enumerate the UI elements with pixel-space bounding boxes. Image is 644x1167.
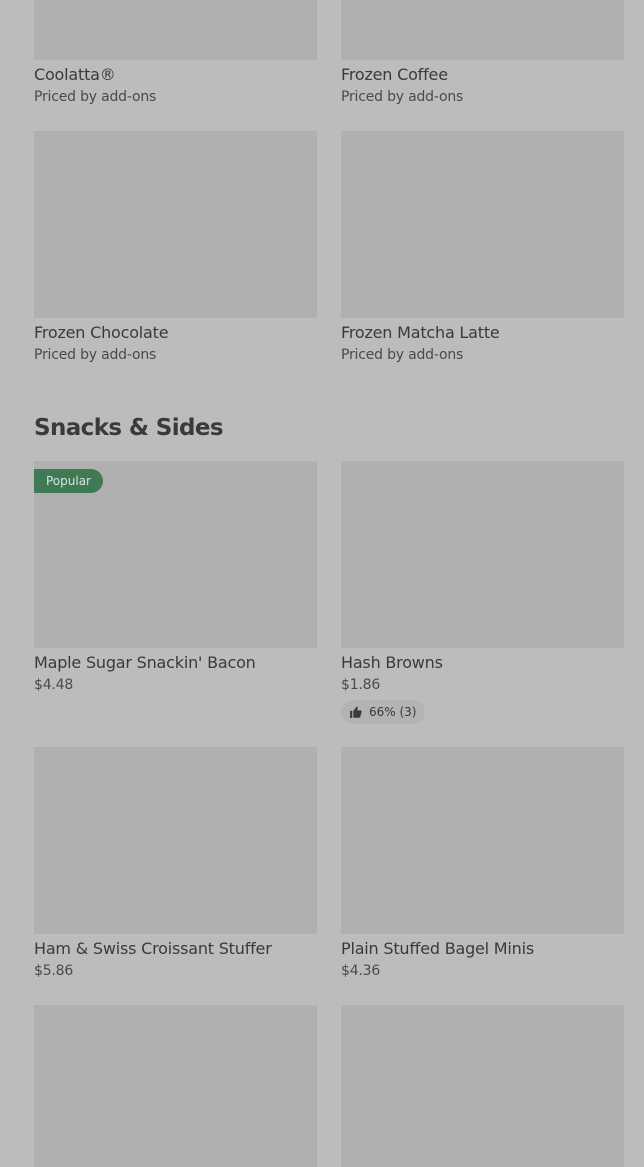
section-title-snacks-sides: Snacks & Sides <box>34 415 224 441</box>
menu-item-partial[interactable] <box>341 1005 624 1167</box>
item-image <box>341 1005 624 1167</box>
popular-badge: Popular <box>34 469 103 493</box>
menu-item-frozen-matcha-latte[interactable]: Frozen Matcha Latte Priced by add-ons <box>341 131 624 363</box>
menu-page: Coolatta® Priced by add-ons Frozen Coffe… <box>0 0 644 1167</box>
menu-item-frozen-coffee[interactable]: Frozen Coffee Priced by add-ons <box>341 0 624 105</box>
item-name: Plain Stuffed Bagel Minis <box>341 939 534 958</box>
item-price: Priced by add-ons <box>341 89 464 105</box>
item-name: Hash Browns <box>341 653 443 672</box>
menu-item-frozen-chocolate[interactable]: Frozen Chocolate Priced by add-ons <box>34 131 317 363</box>
item-price: $5.86 <box>34 963 74 979</box>
item-image <box>34 131 317 318</box>
item-image: Popular <box>34 461 317 648</box>
item-image <box>34 747 317 934</box>
item-name: Maple Sugar Snackin' Bacon <box>34 653 256 672</box>
item-image <box>341 747 624 934</box>
item-price: Priced by add-ons <box>34 89 157 105</box>
menu-item-maple-bacon[interactable]: Popular Maple Sugar Snackin' Bacon $4.48 <box>34 461 317 693</box>
item-price: Priced by add-ons <box>341 347 464 363</box>
rating-text: 66% (3) <box>369 705 417 719</box>
item-image <box>341 131 624 318</box>
item-price: $4.48 <box>34 677 74 693</box>
item-price: Priced by add-ons <box>34 347 157 363</box>
item-name: Frozen Matcha Latte <box>341 323 500 342</box>
item-price: $1.86 <box>341 677 381 693</box>
item-price: $4.36 <box>341 963 381 979</box>
item-image <box>341 0 624 60</box>
menu-item-hash-browns[interactable]: Hash Browns $1.86 66% (3) <box>341 461 624 724</box>
thumbs-up-icon <box>350 706 362 718</box>
item-name: Coolatta® <box>34 65 116 84</box>
item-name: Frozen Chocolate <box>34 323 169 342</box>
rating-badge: 66% (3) <box>341 700 426 724</box>
item-image <box>34 0 317 60</box>
item-name: Ham & Swiss Croissant Stuffer <box>34 939 272 958</box>
menu-item-bagel-minis[interactable]: Plain Stuffed Bagel Minis $4.36 <box>341 747 624 979</box>
menu-item-ham-swiss-croissant[interactable]: Ham & Swiss Croissant Stuffer $5.86 <box>34 747 317 979</box>
menu-item-coolatta[interactable]: Coolatta® Priced by add-ons <box>34 0 317 105</box>
item-image <box>34 1005 317 1167</box>
item-name: Frozen Coffee <box>341 65 448 84</box>
menu-item-partial[interactable] <box>34 1005 317 1167</box>
item-image <box>341 461 624 648</box>
